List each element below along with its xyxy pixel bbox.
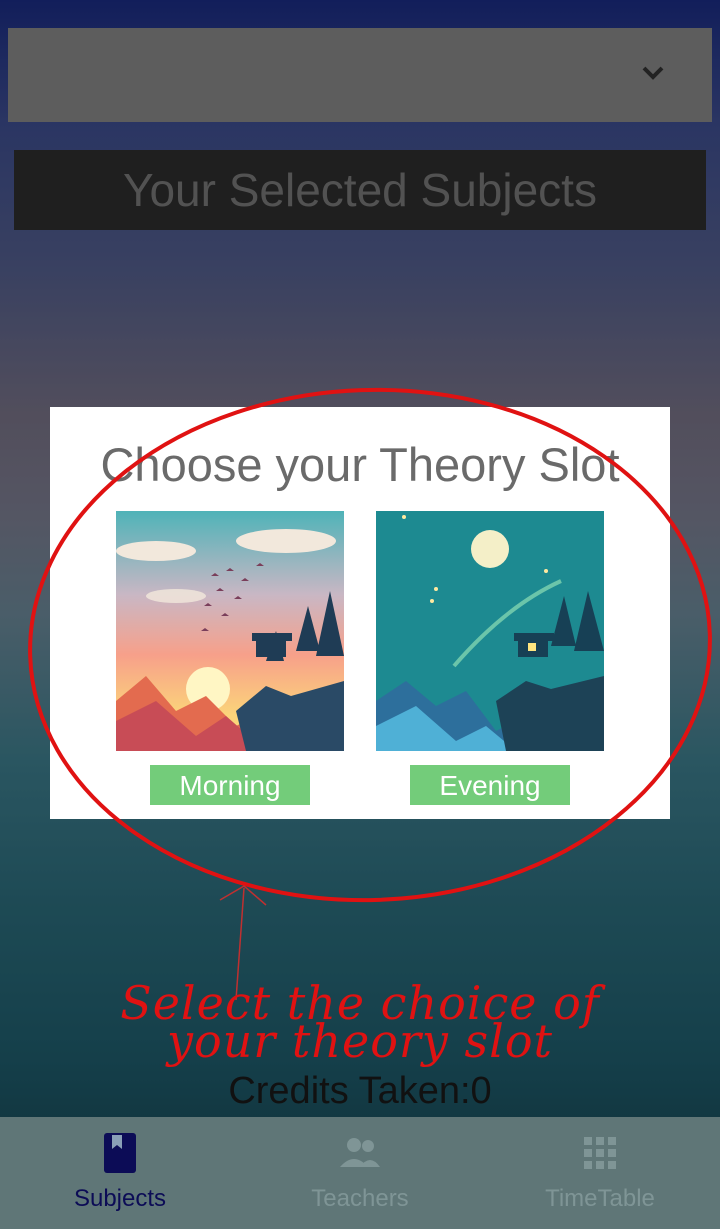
nav-label-teachers: Teachers	[311, 1185, 409, 1212]
morning-button[interactable]: Morning	[150, 765, 310, 805]
annotation-line-2: your theory slot	[166, 1014, 554, 1068]
slot-morning[interactable]: Morning	[116, 511, 344, 805]
nav-label-subjects: Subjects	[73, 1185, 167, 1212]
slot-evening[interactable]: Evening	[376, 511, 604, 805]
nav-label-timetable: TimeTable	[545, 1185, 655, 1212]
sunset-landscape-image[interactable]	[116, 511, 344, 751]
theory-slot-dialog: Choose your Theory Slot Morning Evening	[50, 407, 670, 819]
nav-item-subjects[interactable]: Subjects	[0, 1117, 240, 1229]
grid-icon	[584, 1137, 616, 1169]
nav-item-teachers[interactable]: Teachers	[240, 1117, 480, 1229]
people-icon	[340, 1138, 380, 1167]
night-landscape-image[interactable]	[376, 511, 604, 751]
dialog-title: Choose your Theory Slot	[100, 438, 620, 491]
evening-button[interactable]: Evening	[410, 765, 570, 805]
credits-taken: Credits Taken:0	[228, 1070, 492, 1112]
bottom-navigation: Subjects Teachers TimeTable	[0, 1117, 720, 1229]
book-icon	[104, 1133, 136, 1173]
nav-item-timetable[interactable]: TimeTable	[480, 1117, 720, 1229]
